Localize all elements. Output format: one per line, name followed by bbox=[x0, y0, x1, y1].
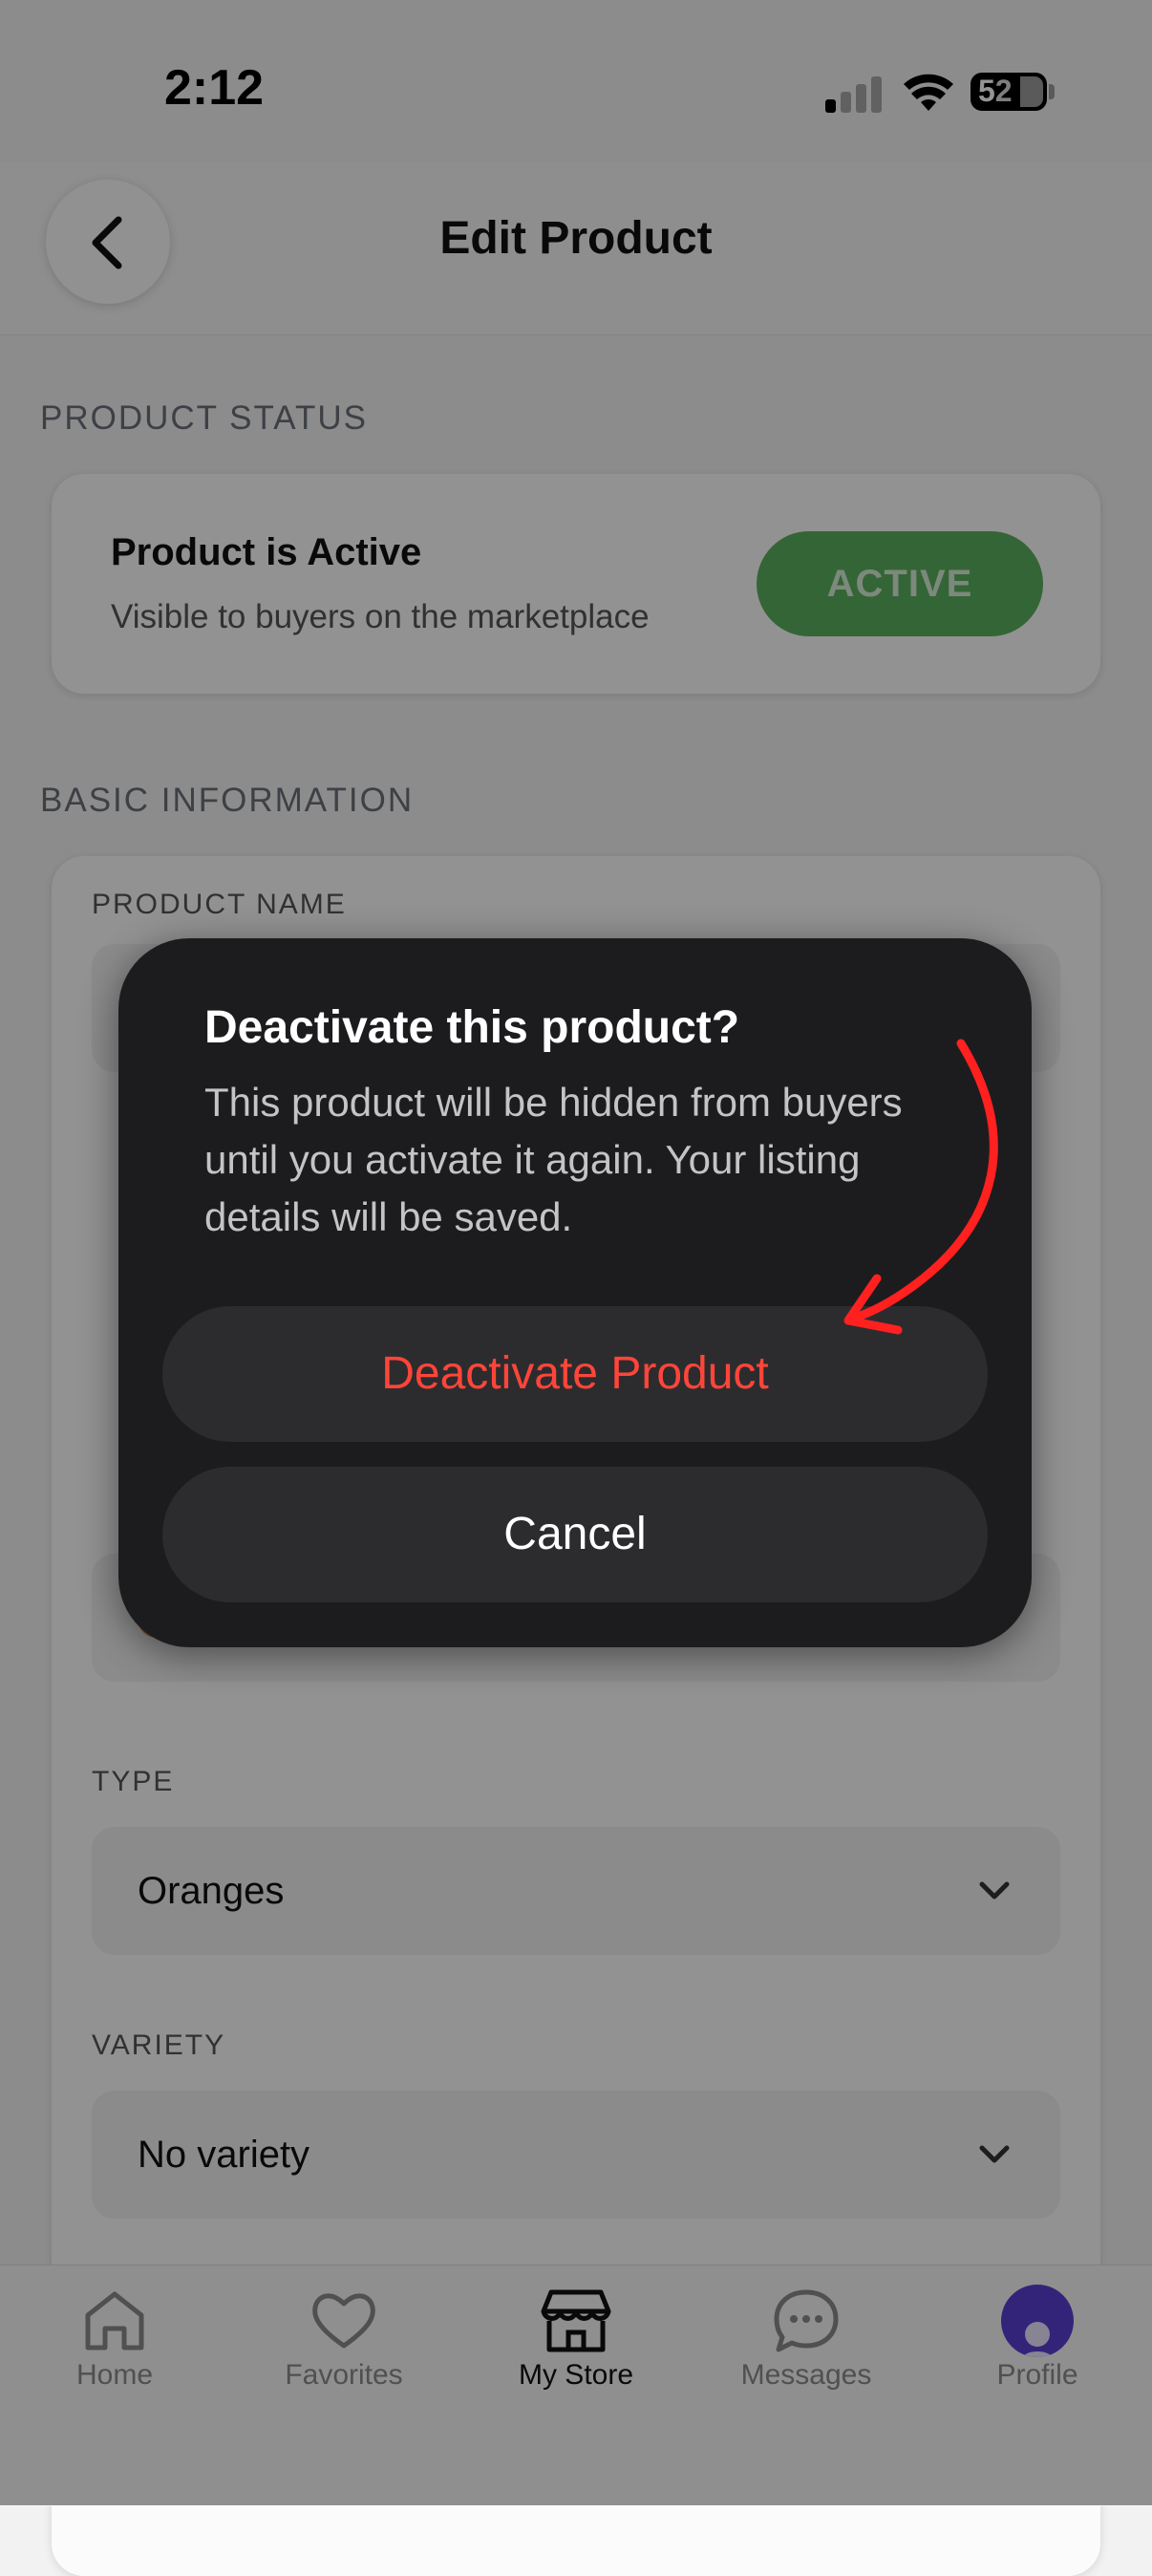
annotation-arrow-icon bbox=[843, 1039, 998, 1335]
cancel-button[interactable]: Cancel bbox=[162, 1467, 988, 1602]
dialog-title: Deactivate this product? bbox=[204, 1002, 740, 1053]
